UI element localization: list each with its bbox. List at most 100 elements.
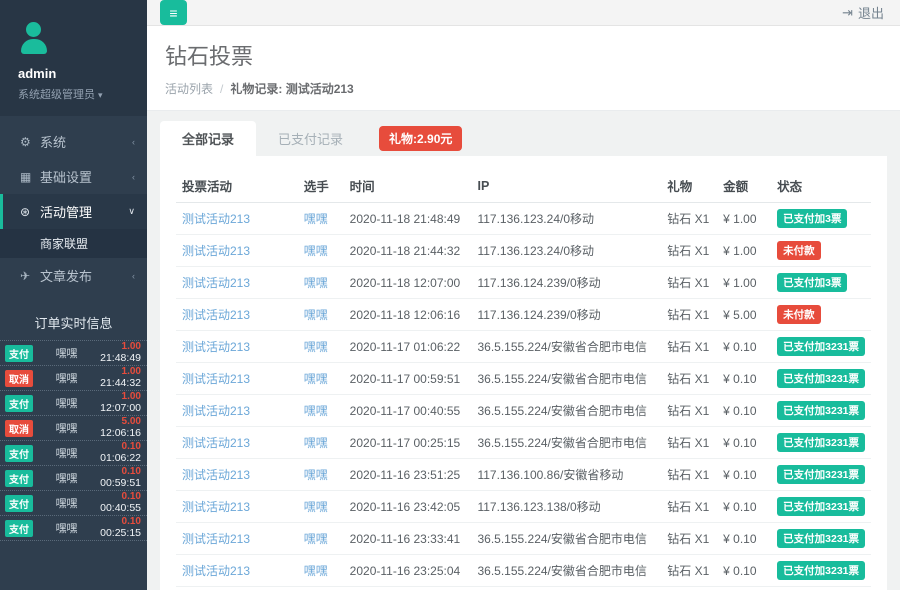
breadcrumb: 活动列表 / 礼物记录: 测试活动213 [165,80,882,97]
activity-link[interactable]: 测试活动213 [176,587,298,590]
order-list-item[interactable]: 取消 嘿嘿 1.00 21:44:32 [0,366,147,391]
status-badge: 已支付加3231票 [777,337,865,356]
tab-paid-records[interactable]: 已支付记录 [256,121,365,156]
sidebar-item-system[interactable]: ⚙ 系统 ‹ [0,124,147,159]
order-player-name: 嘿嘿 [33,470,100,486]
player-link[interactable]: 嘿嘿 [298,491,344,523]
ip-cell: 36.5.155.224/安徽省合肥市电信 [471,395,661,427]
amount-cell: ¥ 1.00 [717,203,771,235]
user-name: admin [18,66,133,81]
table-row: 测试活动213 嘿嘿 2020-11-17 00:25:15 36.5.155.… [176,427,871,459]
activity-link[interactable]: 测试活动213 [176,331,298,363]
col-status: 状态 [771,169,871,203]
player-link[interactable]: 嘿嘿 [298,299,344,331]
hamburger-icon: ≡ [169,6,177,20]
tabs-row: 全部记录 已支付记录 礼物:2.90元 [160,121,887,156]
player-link[interactable]: 嘿嘿 [298,235,344,267]
player-link[interactable]: 嘿嘿 [298,331,344,363]
table-header-row: 投票活动 选手 时间 IP 礼物 金额 状态 [176,169,871,203]
order-time: 00:59:51 [100,478,141,489]
tab-all-records[interactable]: 全部记录 [160,121,256,156]
time-cell: 2020-11-18 21:48:49 [344,203,472,235]
player-link[interactable]: 嘿嘿 [298,395,344,427]
player-link[interactable]: 嘿嘿 [298,363,344,395]
status-cell: 未付款 [771,235,871,267]
ip-cell: 36.5.155.224/安徽省合肥市电信 [471,523,661,555]
activity-link[interactable]: 测试活动213 [176,299,298,331]
amount-cell: ¥ 5.00 [717,299,771,331]
chevron-left-icon: ‹ [132,172,135,182]
realtime-orders-list: 支付 嘿嘿 1.00 21:48:49 取消 嘿嘿 1.00 21:44:32 … [0,341,147,541]
order-player-name: 嘿嘿 [33,395,100,411]
page-title: 钻石投票 [165,39,882,71]
activity-link[interactable]: 测试活动213 [176,491,298,523]
player-link[interactable]: 嘿嘿 [298,587,344,590]
amount-cell: ¥ 0.10 [717,363,771,395]
sidebar-subitem-merchant-alliance[interactable]: 商家联盟 [0,229,147,258]
ip-cell: 36.5.155.224/安徽省合肥市电信 [471,363,661,395]
amount-cell: ¥ 1.00 [717,267,771,299]
time-cell: 2020-11-17 00:59:51 [344,363,472,395]
player-link[interactable]: 嘿嘿 [298,267,344,299]
player-link[interactable]: 嘿嘿 [298,203,344,235]
player-link[interactable]: 嘿嘿 [298,427,344,459]
order-list-item[interactable]: 支付 嘿嘿 0.10 00:40:55 [0,491,147,516]
activity-link[interactable]: 测试活动213 [176,235,298,267]
order-status-badge: 取消 [5,370,33,387]
order-status-badge: 支付 [5,470,33,487]
records-table: 投票活动 选手 时间 IP 礼物 金额 状态 测试活动213 嘿嘿 [176,169,871,590]
activity-link[interactable]: 测试活动213 [176,363,298,395]
table-row: 测试活动213 嘿嘿 2020-11-18 12:07:00 117.136.1… [176,267,871,299]
activity-link[interactable]: 测试活动213 [176,203,298,235]
caret-down-icon: ▾ [98,90,103,100]
order-list-item[interactable]: 支付 嘿嘿 0.10 01:06:22 [0,441,147,466]
ip-cell: 117.136.123.24/0移动 [471,203,661,235]
order-status-badge: 支付 [5,495,33,512]
status-badge: 未付款 [777,241,821,260]
status-badge: 已支付加3票 [777,273,847,292]
logout-button[interactable]: ⇥ 退出 [842,3,884,22]
sidebar-toggle-button[interactable]: ≡ [160,0,187,25]
order-list-item[interactable]: 支付 嘿嘿 0.10 00:59:51 [0,466,147,491]
activity-link[interactable]: 测试活动213 [176,555,298,587]
activity-link[interactable]: 测试活动213 [176,427,298,459]
sidebar-item-activity-management[interactable]: ⊛ 活动管理 ∨ [0,194,147,229]
order-list-item[interactable]: 取消 嘿嘿 5.00 12:06:16 [0,416,147,441]
gift-cell: 钻石 X1 [661,459,717,491]
grid-icon: ▦ [20,170,40,184]
amount-cell: ¥ 0.10 [717,587,771,590]
status-cell: 已支付加3231票 [771,523,871,555]
sidebar-item-basic-settings[interactable]: ▦ 基础设置 ‹ [0,159,147,194]
amount-cell: ¥ 0.10 [717,427,771,459]
time-cell: 2020-11-17 00:25:15 [344,427,472,459]
status-cell: 已支付加3231票 [771,363,871,395]
amount-cell: ¥ 0.10 [717,395,771,427]
table-row: 测试活动213 嘿嘿 2020-11-16 23:51:25 117.136.1… [176,459,871,491]
activity-link[interactable]: 测试活动213 [176,523,298,555]
breadcrumb-root[interactable]: 活动列表 [165,80,213,97]
gift-cell: 钻石 X1 [661,235,717,267]
status-badge: 已支付加3231票 [777,561,865,580]
order-status-badge: 支付 [5,395,33,412]
breadcrumb-current: 礼物记录: 测试活动213 [230,80,353,97]
order-list-item[interactable]: 支付 嘿嘿 1.00 21:48:49 [0,341,147,366]
status-cell: 已支付加3231票 [771,395,871,427]
activity-link[interactable]: 测试活动213 [176,459,298,491]
activity-link[interactable]: 测试活动213 [176,267,298,299]
content: 全部记录 已支付记录 礼物:2.90元 投票活动 选手 时间 IP 礼物 金额 [147,111,900,590]
activity-link[interactable]: 测试活动213 [176,395,298,427]
order-time: 21:48:49 [100,353,141,364]
amount-cell: ¥ 0.10 [717,523,771,555]
order-list-item[interactable]: 支付 嘿嘿 1.00 12:07:00 [0,391,147,416]
player-link[interactable]: 嘿嘿 [298,459,344,491]
records-card: 投票活动 选手 时间 IP 礼物 金额 状态 测试活动213 嘿嘿 [160,156,887,590]
order-status-badge: 支付 [5,445,33,462]
user-role-dropdown[interactable]: 系统超级管理员▾ [18,86,133,102]
order-list-item[interactable]: 支付 嘿嘿 0.10 00:25:15 [0,516,147,541]
table-row: 测试活动213 嘿嘿 2020-11-18 12:06:16 117.136.1… [176,299,871,331]
player-link[interactable]: 嘿嘿 [298,555,344,587]
status-badge: 未付款 [777,305,821,324]
sidebar-item-article-publish[interactable]: ✈ 文章发布 ‹ [0,258,147,293]
player-link[interactable]: 嘿嘿 [298,523,344,555]
ip-cell: 36.5.155.224/安徽省合肥市电信 [471,427,661,459]
